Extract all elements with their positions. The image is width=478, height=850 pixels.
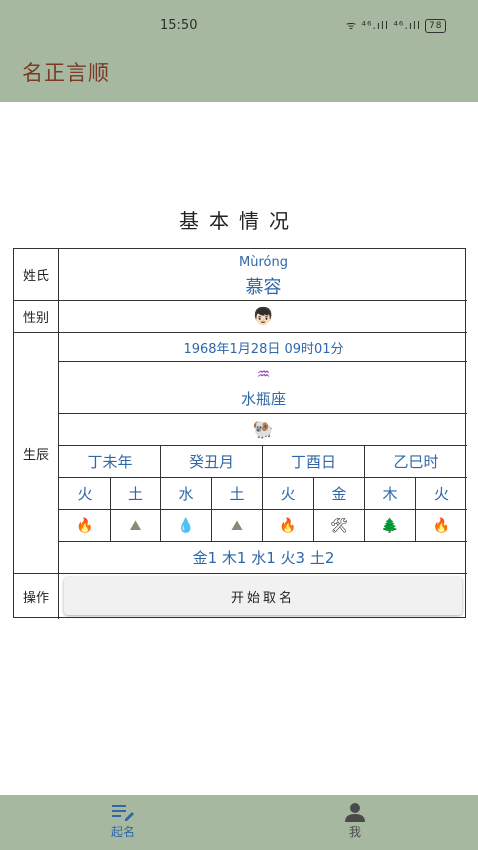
app-title: 名正言顺 xyxy=(22,61,110,85)
year-pillar: 丁未年 xyxy=(87,453,133,471)
status-icons: ᯤ ⁴⁶.ıll ⁴⁶.ıll 78 xyxy=(346,18,447,33)
element-cell: 火 xyxy=(280,485,296,503)
element-cell: 火 xyxy=(433,485,449,503)
surname-pinyin: Mùróng xyxy=(239,255,288,270)
person-icon xyxy=(344,801,366,823)
element-cell: 木 xyxy=(382,485,398,503)
element-cell: 火 xyxy=(77,485,93,503)
aquarius-icon: ♒ xyxy=(256,365,271,383)
bottom-nav: 起名 我 xyxy=(0,795,478,850)
label-surname: 姓氏 xyxy=(14,249,59,300)
mountain-icon: ⛰ xyxy=(231,517,243,534)
boy-icon[interactable]: 👦🏻 xyxy=(60,301,467,332)
fire-icon: 🔥 xyxy=(432,517,451,534)
status-bar: 15:50 ᯤ ⁴⁶.ıll ⁴⁶.ıll 78 xyxy=(0,14,478,40)
section-title: 基本情况 xyxy=(179,209,299,233)
edit-list-icon xyxy=(111,801,135,823)
label-action: 操作 xyxy=(14,574,59,619)
water-drop-icon: 💧 xyxy=(177,517,195,534)
info-table: 姓氏 性别 生辰 操作 Mùróng 慕容 👦🏻 1968年1月28日 09时0… xyxy=(13,248,467,619)
element-summary: 金1 木1 水1 火3 土2 xyxy=(192,549,335,567)
birth-datetime[interactable]: 1968年1月28日 09时01分 xyxy=(60,333,467,361)
nav-label-naming: 起名 xyxy=(110,825,135,839)
start-naming-button[interactable]: 开始取名 xyxy=(64,577,462,615)
row-divider xyxy=(14,573,467,574)
status-time: 15:50 xyxy=(160,18,198,33)
tree-icon: 🌲 xyxy=(381,517,399,534)
row-divider xyxy=(59,361,467,362)
month-pillar: 癸丑月 xyxy=(188,453,234,471)
fire-icon: 🔥 xyxy=(76,517,94,534)
element-cell: 金 xyxy=(331,485,347,503)
hour-pillar: 乙巳时 xyxy=(393,453,439,471)
element-cell: 土 xyxy=(127,485,143,503)
surname-value: 慕容 xyxy=(245,277,282,298)
fire-icon: 🔥 xyxy=(279,517,297,534)
label-gender: 性别 xyxy=(14,301,59,332)
app-header: 15:50 ᯤ ⁴⁶.ıll ⁴⁶.ıll 78 名正言顺 xyxy=(0,0,478,102)
tools-icon: 🛠 xyxy=(330,517,348,534)
nav-label-me: 我 xyxy=(348,825,361,839)
nav-item-me[interactable]: 我 xyxy=(325,801,385,840)
signal-icon: ᯤ ⁴⁶.ıll ⁴⁶.ıll xyxy=(346,19,422,32)
nav-item-naming[interactable]: 起名 xyxy=(93,801,153,840)
label-birth: 生辰 xyxy=(14,333,59,573)
element-cell: 水 xyxy=(178,485,194,503)
zodiac-name: 水瓶座 xyxy=(240,389,286,408)
day-pillar: 丁酉日 xyxy=(290,453,336,471)
goat-icon: 🐏 xyxy=(252,419,275,440)
element-cell: 土 xyxy=(229,485,245,503)
battery-icon: 78 xyxy=(425,18,447,33)
mountain-icon: ⛰ xyxy=(129,517,142,534)
